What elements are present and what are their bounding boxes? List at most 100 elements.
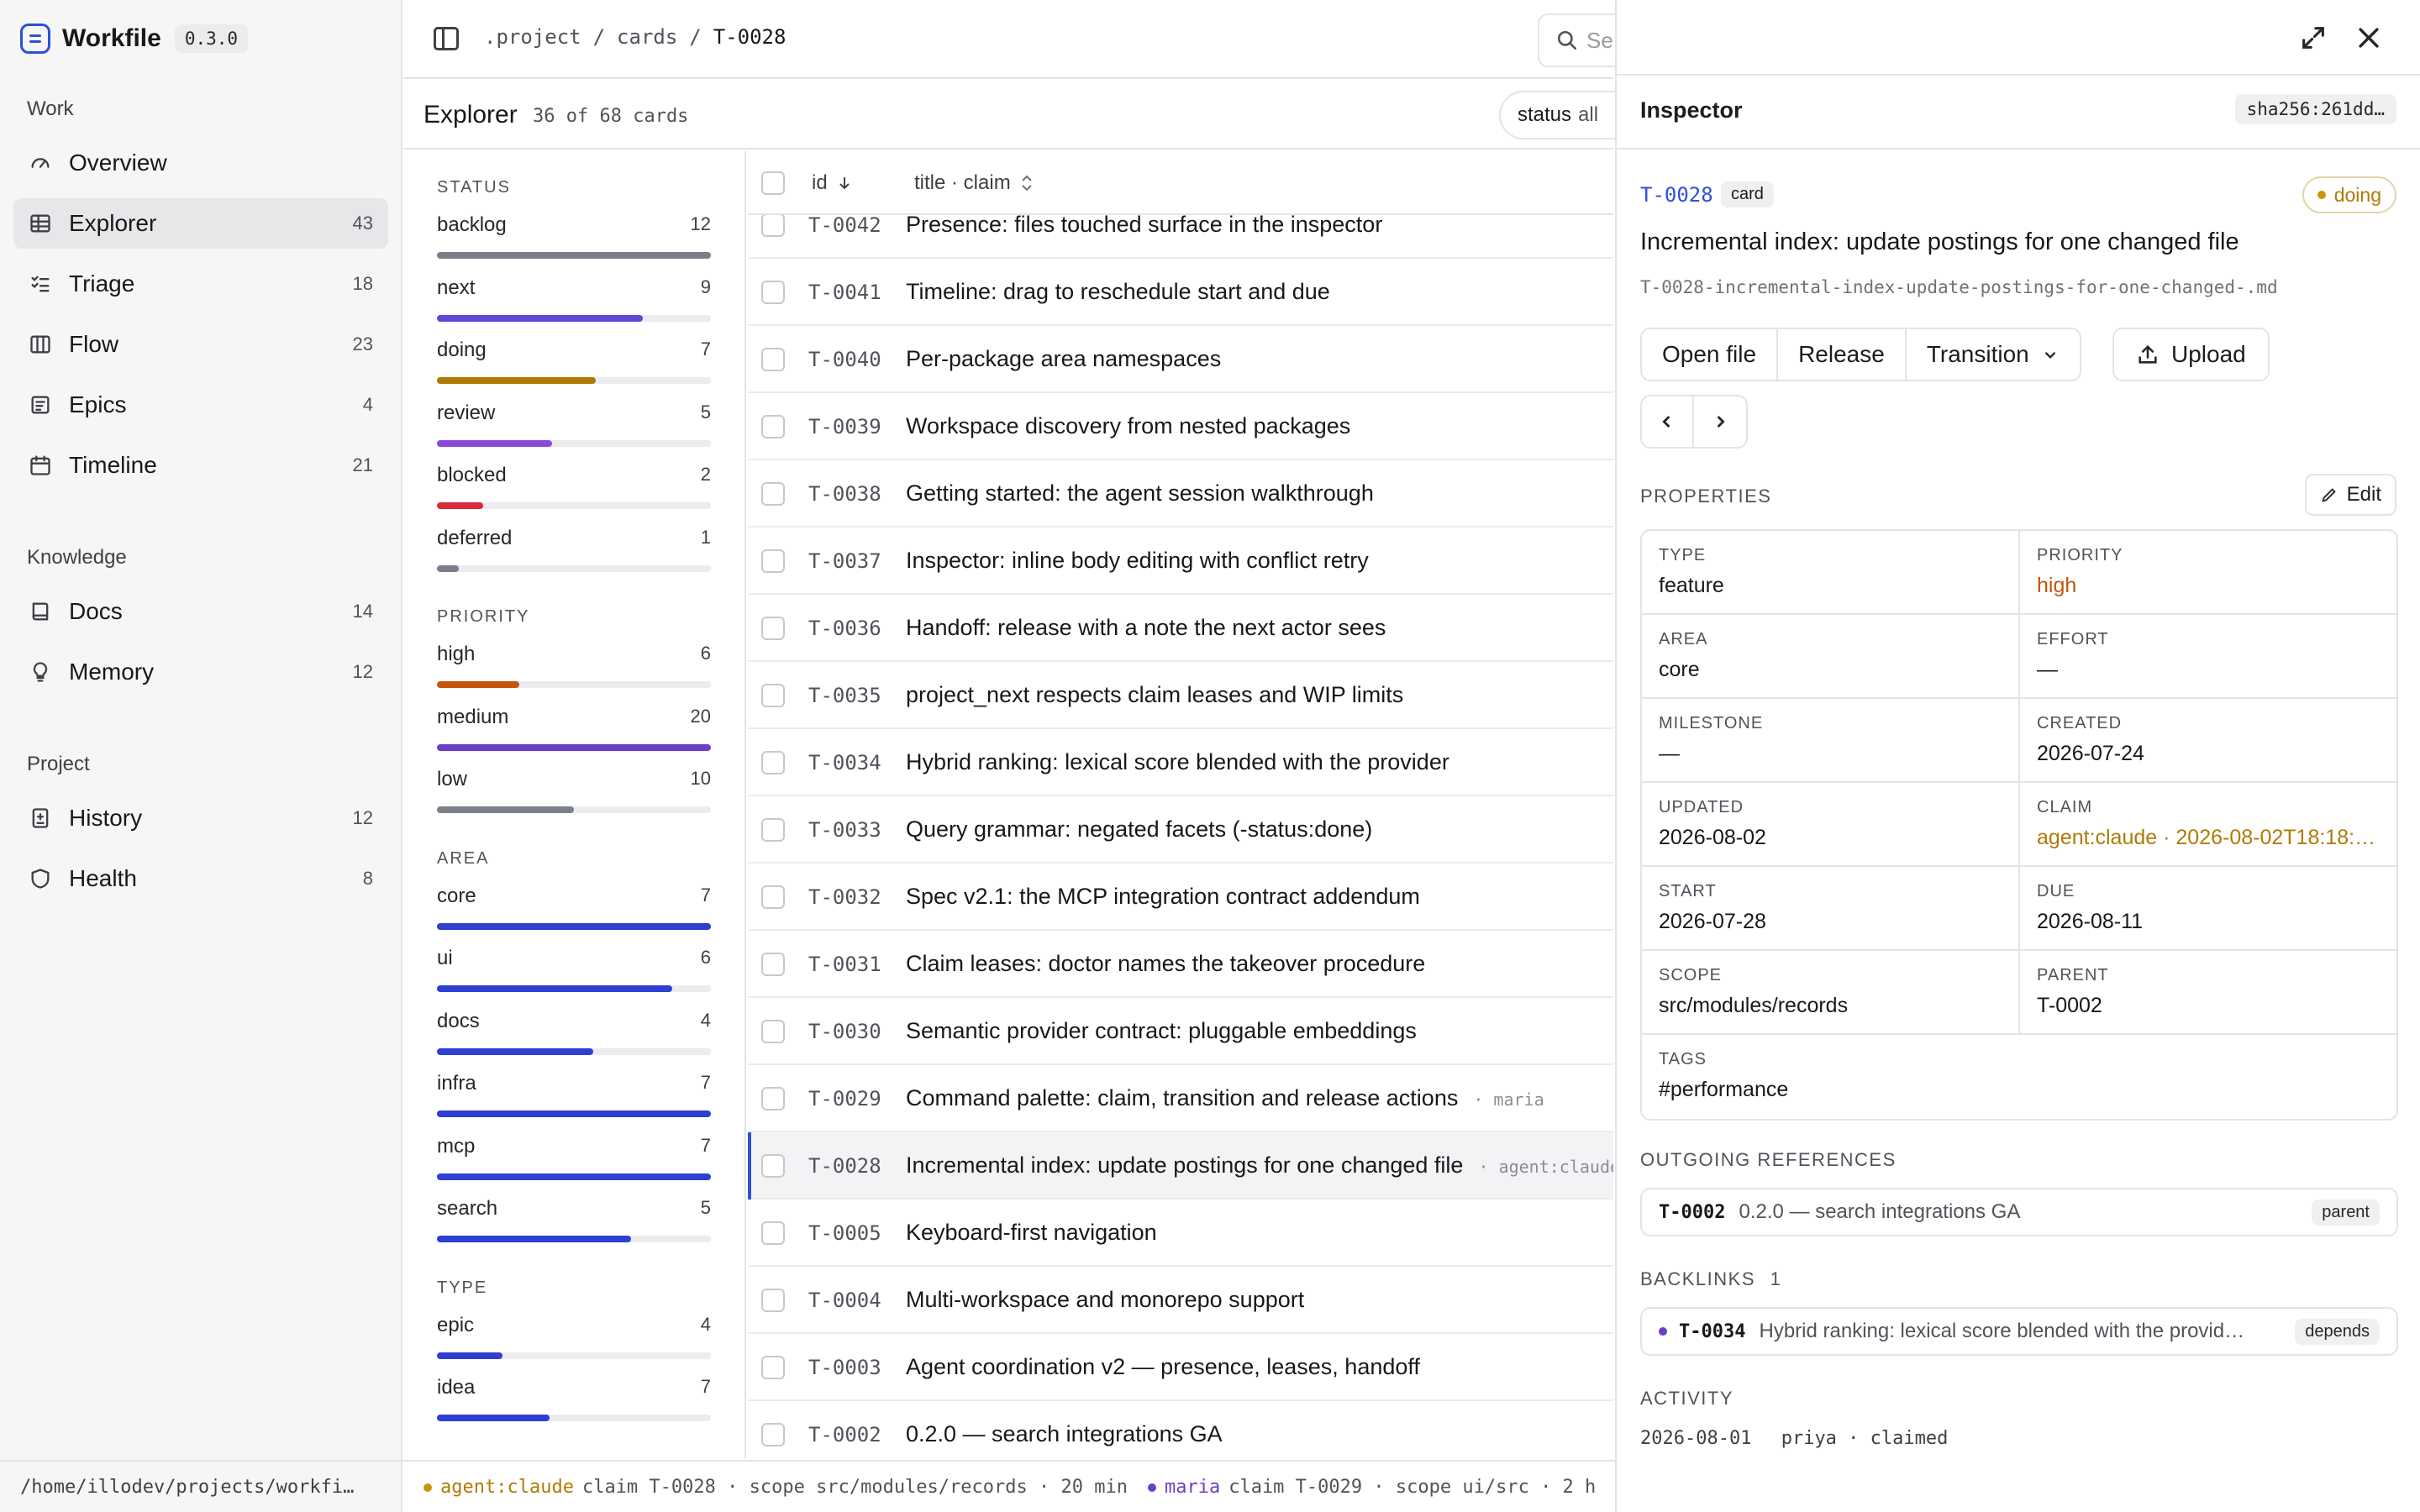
release-button[interactable]: Release (1778, 329, 1907, 380)
outgoing-reference[interactable]: T-0002 0.2.0 — search integrations GA pa… (1640, 1188, 2398, 1236)
property-due[interactable]: DUE 2026-08-11 (2020, 867, 2396, 949)
row-checkbox[interactable] (761, 684, 785, 707)
open-file-button[interactable]: Open file (1642, 329, 1779, 380)
table-row[interactable]: T-0041 Timeline: drag to reschedule start… (748, 259, 1613, 326)
facet-backlog[interactable]: backlog 12 (437, 213, 711, 264)
property-milestone[interactable]: MILESTONE — (1642, 699, 2020, 781)
column-title[interactable]: title · claim (914, 171, 1034, 195)
table-row[interactable]: T-0033 Query grammar: negated facets (-st… (748, 796, 1613, 864)
row-checkbox[interactable] (761, 818, 785, 842)
table-row[interactable]: T-0039 Workspace discovery from nested pa… (748, 393, 1613, 460)
row-checkbox[interactable] (761, 751, 785, 774)
facet-review[interactable]: review 5 (437, 402, 711, 452)
facet-blocked[interactable]: blocked 2 (437, 464, 711, 514)
column-id[interactable]: id (812, 171, 853, 195)
row-checkbox[interactable] (761, 415, 785, 438)
row-checkbox[interactable] (761, 1221, 785, 1245)
row-checkbox[interactable] (761, 348, 785, 371)
facet-doing[interactable]: doing 7 (437, 339, 711, 389)
card-id-link[interactable]: T-0028 (1640, 183, 1713, 207)
row-checkbox[interactable] (761, 1356, 785, 1379)
property-scope[interactable]: SCOPE src/modules/records (1642, 951, 2020, 1033)
select-all-checkbox[interactable] (761, 171, 785, 195)
facet-next[interactable]: next 9 (437, 276, 711, 327)
facet-ui[interactable]: ui 6 (437, 947, 711, 997)
property-effort[interactable]: EFFORT — (2020, 615, 2396, 697)
facet-epic[interactable]: epic 4 (437, 1314, 711, 1364)
facet-deferred[interactable]: deferred 1 (437, 527, 711, 577)
sidebar: Workfile 0.3.0 Work Overview Explorer 43 Tri… (0, 0, 402, 1460)
table-row[interactable]: T-0003 Agent coordination v2 — presence, … (748, 1334, 1613, 1401)
facet-core[interactable]: core 7 (437, 885, 711, 935)
row-id: T-0002 (808, 1423, 881, 1446)
table-row[interactable]: T-0032 Spec v2.1: the MCP integration con… (748, 864, 1613, 931)
next-card-button[interactable] (1694, 396, 1746, 447)
facet-docs[interactable]: docs 4 (437, 1010, 711, 1060)
edit-properties-button[interactable]: Edit (2304, 474, 2396, 516)
property-start[interactable]: START 2026-07-28 (1642, 867, 2020, 949)
breadcrumb-cards[interactable]: cards (617, 25, 677, 49)
expand-icon[interactable] (2299, 24, 2328, 52)
brand[interactable]: Workfile 0.3.0 (20, 20, 249, 57)
facet-search[interactable]: search 5 (437, 1197, 711, 1247)
table-row[interactable]: T-0034 Hybrid ranking: lexical score blen… (748, 729, 1613, 796)
backlink-item[interactable]: T-0034 Hybrid ranking: lexical score ble… (1640, 1307, 2398, 1356)
sidebar-item-overview[interactable]: Overview (13, 138, 388, 188)
sidebar-item-triage[interactable]: Triage 18 (13, 259, 388, 309)
sidebar-item-flow[interactable]: Flow 23 (13, 319, 388, 370)
sidebar-item-epics[interactable]: Epics 4 (13, 380, 388, 430)
upload-button[interactable]: Upload (2112, 328, 2270, 381)
property-area[interactable]: AREA core (1642, 615, 2020, 697)
sidebar-item-explorer[interactable]: Explorer 43 (13, 198, 388, 249)
previous-card-button[interactable] (1642, 396, 1694, 447)
table-row[interactable]: T-0040 Per-package area namespaces (748, 326, 1613, 393)
sidebar-item-history[interactable]: History 12 (13, 793, 388, 843)
facet-mcp[interactable]: mcp 7 (437, 1135, 711, 1185)
hash-badge[interactable]: sha256:261dd… (2234, 94, 2396, 124)
close-icon[interactable] (2354, 24, 2383, 52)
row-checkbox[interactable] (761, 1423, 785, 1446)
table-row[interactable]: T-0038 Getting started: the agent session… (748, 460, 1613, 528)
property-type[interactable]: TYPE feature (1642, 531, 2020, 613)
table-row[interactable]: T-0037 Inspector: inline body editing wit… (748, 528, 1613, 595)
row-checkbox[interactable] (761, 482, 785, 506)
property-claim[interactable]: CLAIM agent:claude · 2026-08-02T18:18:… (2020, 783, 2396, 865)
row-checkbox[interactable] (761, 885, 785, 909)
table-row[interactable]: T-0004 Multi-workspace and monorepo suppo… (748, 1267, 1613, 1334)
row-checkbox[interactable] (761, 1154, 785, 1178)
table-row[interactable]: T-0031 Claim leases: doctor names the tak… (748, 931, 1613, 998)
table-row[interactable]: T-0035 project_next respects claim leases… (748, 662, 1613, 729)
breadcrumb-project[interactable]: .project (484, 25, 581, 49)
table-row[interactable]: T-0029 Command palette: claim, transition… (748, 1065, 1613, 1132)
facet-medium[interactable]: medium 20 (437, 706, 711, 756)
status-badge[interactable]: doing (2302, 176, 2396, 213)
row-checkbox[interactable] (761, 1087, 785, 1110)
table-row[interactable]: T-0002 0.2.0 — search integrations GA (748, 1401, 1613, 1458)
facet-low[interactable]: low 10 (437, 768, 711, 818)
row-checkbox[interactable] (761, 213, 785, 237)
transition-dropdown[interactable]: Transition (1907, 329, 2080, 380)
row-checkbox[interactable] (761, 617, 785, 640)
facet-infra[interactable]: infra 7 (437, 1072, 711, 1122)
table-row[interactable]: T-0005 Keyboard-first navigation (748, 1200, 1613, 1267)
facet-idea[interactable]: idea 7 (437, 1376, 711, 1426)
sidebar-item-health[interactable]: Health 8 (13, 853, 388, 904)
property-priority[interactable]: PRIORITY high (2020, 531, 2396, 613)
row-checkbox[interactable] (761, 953, 785, 976)
property-parent[interactable]: PARENT T-0002 (2020, 951, 2396, 1033)
property-tags[interactable]: TAGS #performance (1642, 1035, 2396, 1119)
row-checkbox[interactable] (761, 281, 785, 304)
sidebar-toggle-icon[interactable] (434, 27, 459, 50)
table-row[interactable]: T-0028 Incremental index: update postings… (748, 1132, 1613, 1200)
property-created[interactable]: CREATED 2026-07-24 (2020, 699, 2396, 781)
facet-high[interactable]: high 6 (437, 643, 711, 693)
sidebar-item-docs[interactable]: Docs 14 (13, 586, 388, 637)
sidebar-item-timeline[interactable]: Timeline 21 (13, 440, 388, 491)
row-checkbox[interactable] (761, 1020, 785, 1043)
row-checkbox[interactable] (761, 1289, 785, 1312)
row-checkbox[interactable] (761, 549, 785, 573)
sidebar-item-memory[interactable]: Memory 12 (13, 647, 388, 697)
property-updated[interactable]: UPDATED 2026-08-02 (1642, 783, 2020, 865)
table-row[interactable]: T-0036 Handoff: release with a note the n… (748, 595, 1613, 662)
table-row[interactable]: T-0030 Semantic provider contract: plugga… (748, 998, 1613, 1065)
